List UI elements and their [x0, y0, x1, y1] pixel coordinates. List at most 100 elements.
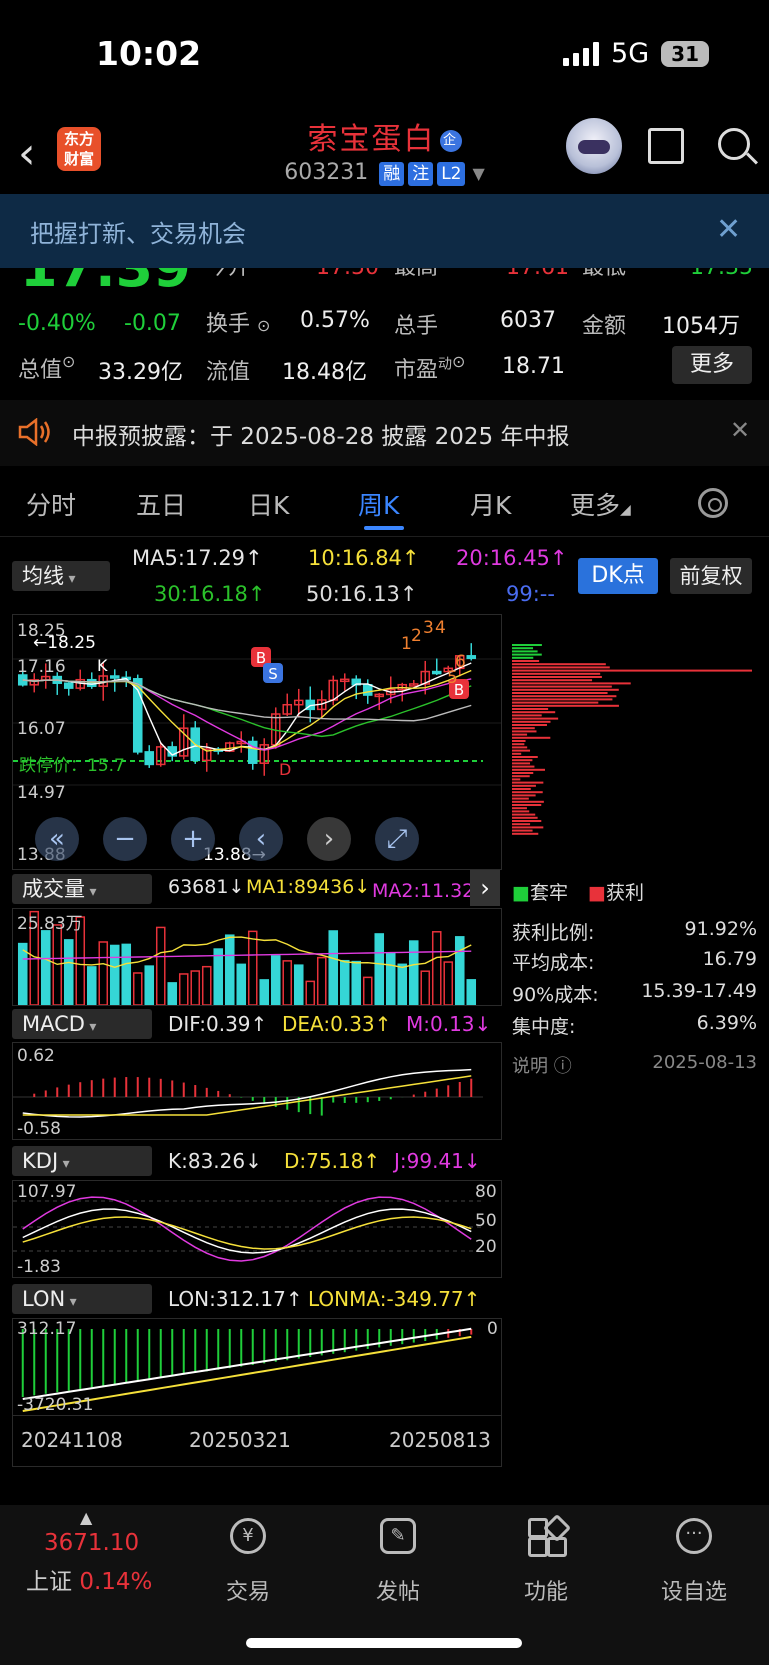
chip-bar: [512, 724, 547, 726]
nav-watchlist[interactable]: 设自选: [644, 1574, 744, 1606]
zoom-in-icon[interactable]: +: [171, 817, 215, 861]
indicator-selector-macd[interactable]: MACD: [12, 1009, 152, 1039]
chip-date: 2025-08-13: [652, 1052, 757, 1073]
k-marker: K: [97, 656, 108, 675]
volume-bar: [466, 979, 477, 1005]
close-icon[interactable]: ✕: [716, 212, 741, 247]
volume-bar: [454, 936, 465, 1005]
tab-more[interactable]: 更多◢: [570, 486, 631, 522]
nav-trade[interactable]: 交易: [198, 1574, 298, 1606]
info-icon[interactable]: ⊙: [452, 352, 465, 371]
indicator-selector-volume[interactable]: 成交量: [12, 874, 152, 904]
lon-chart[interactable]: 312.17 -3720.31 0: [12, 1318, 502, 1416]
mktcap-label-text: 总值: [18, 358, 63, 383]
indicator-selector-ma[interactable]: 均线: [12, 561, 110, 591]
chip-row-value: 16.79: [702, 948, 757, 970]
chip-bar: [512, 669, 752, 672]
share-icon[interactable]: [648, 128, 684, 164]
expand-up-icon[interactable]: ▲: [80, 1508, 92, 1527]
amount-value: 1054万: [662, 314, 740, 339]
chevron-down-icon: ▼: [472, 164, 485, 183]
chip-bar: [512, 791, 543, 794]
scroll-right-icon[interactable]: ›: [307, 817, 351, 861]
rewind-icon[interactable]: «: [35, 817, 79, 861]
kdj-chart[interactable]: 107.97 -1.83 80 50 20: [12, 1180, 502, 1278]
volume-chart[interactable]: 25.83万: [12, 908, 502, 1006]
volume-bar: [98, 941, 109, 1005]
chip-bar: [512, 820, 542, 822]
trade-marker-label: S: [268, 665, 278, 683]
chip-bar: [512, 717, 559, 720]
chip-bar: [512, 650, 538, 653]
search-icon[interactable]: [718, 128, 750, 160]
zoom-out-icon[interactable]: −: [103, 817, 147, 861]
tab-monthly-k[interactable]: 月K: [470, 486, 511, 522]
info-icon[interactable]: ⊙: [257, 316, 270, 335]
volume-bar: [339, 959, 350, 1005]
kdj-bottom-label: -1.83: [17, 1257, 61, 1277]
post-icon[interactable]: ✎: [380, 1518, 416, 1554]
index-value[interactable]: 3671.10: [44, 1530, 139, 1556]
index-row[interactable]: 上证 0.14%: [26, 1562, 152, 1596]
chip-row-label: 90%成本:: [512, 984, 599, 1006]
candle-body: [466, 655, 477, 660]
date-start: 20241108: [21, 1428, 123, 1452]
chip-bar: [512, 688, 619, 691]
kline-chart[interactable]: BSBDK123456 18.25 ←18.25 17.16 16.07 14.…: [12, 614, 502, 870]
chip-distribution-svg: [512, 644, 752, 835]
nav-post[interactable]: 发帖: [348, 1574, 448, 1606]
tag-level2: L2: [437, 162, 466, 186]
info-icon[interactable]: ⊙: [62, 352, 75, 371]
gear-icon[interactable]: [698, 488, 728, 518]
close-icon[interactable]: ✕: [730, 416, 750, 444]
scroll-left-icon[interactable]: ‹: [239, 817, 283, 861]
kline-max-mark: ←18.25: [33, 633, 96, 653]
chip-note-row[interactable]: 说明 ⓘ 2025-08-13: [512, 1052, 757, 1078]
chip-bar: [512, 698, 613, 701]
info-icon: ⓘ: [553, 1056, 572, 1077]
chip-bar: [512, 775, 530, 778]
expand-legend-icon[interactable]: ›: [470, 870, 500, 906]
volume-bar: [328, 930, 339, 1005]
promo-banner-text[interactable]: 把握打新、交易机会: [30, 214, 246, 249]
dk-point-button[interactable]: DK点: [578, 558, 658, 594]
macd-svg: [13, 1068, 483, 1118]
lon-bottom-label: -3720.31: [17, 1395, 94, 1415]
notice-text[interactable]: 中报预披露：于 2025-08-28 披露 2025 年中报: [72, 417, 569, 451]
indicator-selector-kdj[interactable]: KDJ: [12, 1146, 152, 1176]
legend-square-icon: ■: [588, 882, 606, 904]
apps-icon[interactable]: [528, 1513, 572, 1557]
ma50-value: 50:16.13↑: [306, 582, 418, 606]
tab-five-day[interactable]: 五日: [136, 486, 186, 522]
chip-bar: [512, 781, 544, 784]
volume-bar: [420, 970, 431, 1005]
chip-bar: [512, 816, 538, 819]
tab-intraday[interactable]: 分时: [26, 486, 76, 522]
volume-bar: [132, 972, 143, 1005]
more-dots-icon[interactable]: ···: [676, 1518, 712, 1554]
chip-bar: [512, 647, 534, 650]
volume-bar: [270, 955, 281, 1005]
fullscreen-icon[interactable]: ⤢: [375, 817, 419, 861]
chip-note[interactable]: 说明 ⓘ: [512, 1052, 572, 1078]
assistant-robot-icon[interactable]: [566, 118, 622, 174]
volume-bar: [397, 963, 408, 1005]
home-indicator: [246, 1638, 522, 1648]
tab-daily-k[interactable]: 日K: [248, 486, 289, 522]
chip-bar: [512, 756, 538, 758]
macd-chart[interactable]: 0.62 -0.58: [12, 1042, 502, 1140]
indicator-selector-lon[interactable]: LON: [12, 1284, 152, 1314]
more-quote-button[interactable]: 更多: [672, 346, 752, 384]
chip-bar: [512, 682, 631, 685]
chip-bar: [512, 765, 535, 768]
tab-weekly-k[interactable]: 周K: [358, 486, 399, 522]
chip-bar: [512, 752, 522, 755]
macd-m: M:0.13↓: [406, 1012, 492, 1036]
volume-bar: [167, 982, 178, 1005]
nav-functions[interactable]: 功能: [496, 1574, 596, 1606]
forward-adjust-button[interactable]: 前复权: [670, 558, 752, 594]
trade-icon[interactable]: ¥: [230, 1518, 266, 1554]
chip-bar: [512, 679, 593, 682]
chip-bar: [512, 695, 617, 698]
macd-dif-line: [22, 1068, 472, 1118]
